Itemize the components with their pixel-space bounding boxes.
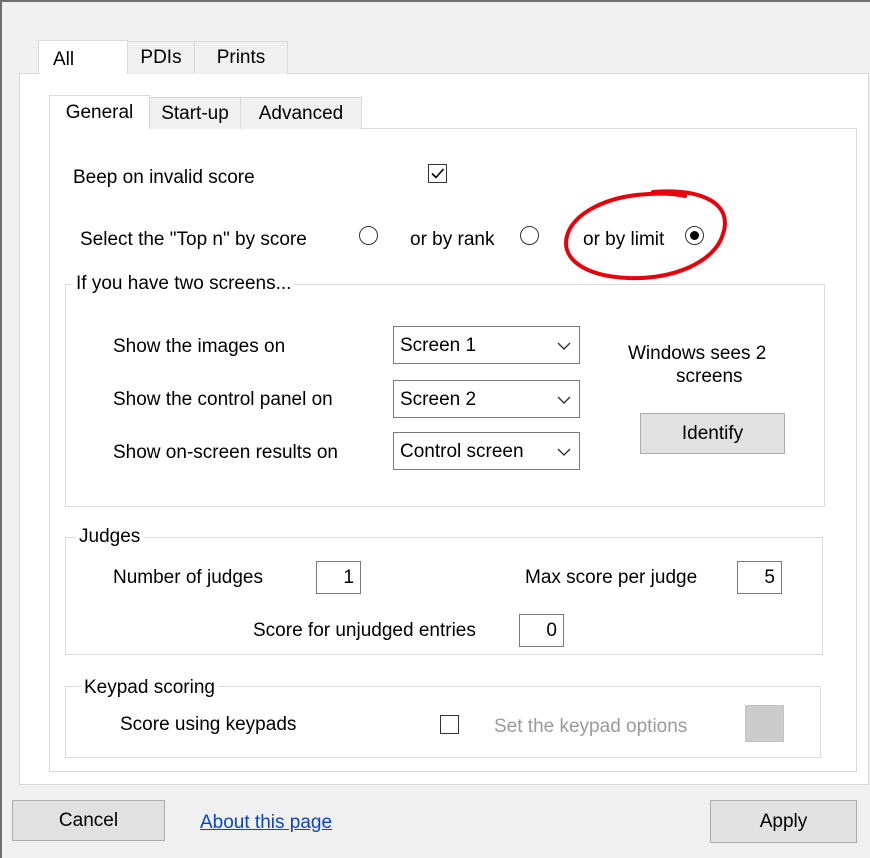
unjudged-score-label: Score for unjudged entries [253,620,476,641]
keypad-options-button[interactable] [745,705,784,742]
images-on-label: Show the images on [113,336,286,357]
annotation-circle [564,189,727,281]
beep-label: Beep on invalid score [73,167,255,188]
tab-pdis[interactable]: PDIs [127,41,195,74]
beep-checkbox[interactable] [428,164,447,183]
images-screen-dropdown[interactable]: Screen 1 [393,326,580,364]
tab-all-label: All [53,49,75,70]
window-frame-left [0,0,2,858]
max-score-label: Max score per judge [525,567,698,588]
apply-button-label: Apply [759,810,808,832]
tab-all[interactable]: All [38,40,128,74]
chevron-down-icon [557,396,571,404]
number-of-judges-input[interactable]: 1 [316,561,361,594]
top-n-label: Select the "Top n" by score [80,229,307,250]
identify-button[interactable]: Identify [640,413,785,454]
by-score-radio[interactable] [359,226,378,245]
tab-start-up-label: Start-up [161,102,229,124]
windows-screens-info-1: Windows sees 2 [628,343,767,364]
keypad-options-label: Set the keypad options [494,716,688,737]
results-on-label: Show on-screen results on [113,442,338,463]
images-screen-value: Screen 1 [400,335,477,356]
by-rank-label: or by rank [410,229,495,250]
judges-legend: Judges [76,526,144,548]
apply-button[interactable]: Apply [710,800,857,843]
results-screen-dropdown[interactable]: Control screen [393,432,580,470]
window-frame-top [0,0,870,2]
tab-advanced[interactable]: Advanced [240,97,362,129]
screens-legend: If you have two screens... [73,273,295,295]
about-this-page-link[interactable]: About this page [200,812,332,834]
control-screen-dropdown[interactable]: Screen 2 [393,380,580,418]
score-using-keypads-checkbox[interactable] [440,715,459,734]
tab-general[interactable]: General [49,95,150,129]
control-panel-label: Show the control panel on [113,389,333,410]
chevron-down-icon [557,448,571,456]
cancel-button-label: Cancel [58,809,119,831]
tab-general-label: General [65,101,134,123]
identify-button-label: Identify [681,422,744,444]
tab-start-up[interactable]: Start-up [149,97,241,129]
tab-advanced-label: Advanced [258,102,344,124]
score-using-keypads-label: Score using keypads [120,714,297,735]
max-score-input[interactable]: 5 [737,561,782,594]
unjudged-score-input[interactable]: 0 [519,614,564,647]
keypad-legend: Keypad scoring [81,677,218,699]
windows-screens-info-2: screens [676,366,743,387]
tab-pdis-label: PDIs [140,47,182,68]
chevron-down-icon [557,342,571,350]
by-rank-radio[interactable] [520,226,539,245]
cancel-button[interactable]: Cancel [12,800,165,841]
control-screen-value: Screen 2 [400,389,477,410]
check-icon [430,167,444,179]
results-screen-value: Control screen [400,441,524,462]
tab-prints-label: Prints [216,47,266,68]
tab-prints[interactable]: Prints [194,41,288,74]
number-of-judges-label: Number of judges [113,567,263,588]
